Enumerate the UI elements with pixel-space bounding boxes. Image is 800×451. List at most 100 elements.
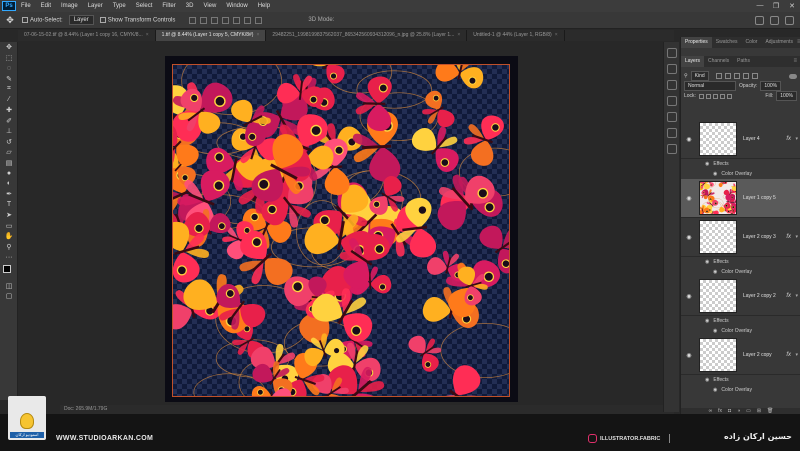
- screen-mode-icon[interactable]: ▢: [0, 291, 18, 302]
- layer-row[interactable]: ◉ Layer 4 fx ▾: [681, 120, 800, 159]
- distribute-icon[interactable]: [255, 16, 263, 24]
- history-brush-icon[interactable]: ↺: [0, 137, 18, 148]
- fx-icon[interactable]: fx: [786, 352, 791, 358]
- brush-icon[interactable]: ✐: [0, 116, 18, 127]
- fx-icon[interactable]: fx: [786, 234, 791, 240]
- type-filter-icon[interactable]: [733, 73, 740, 79]
- layer-row[interactable]: ◉ Layer 2 copy 2 fx ▾: [681, 277, 800, 316]
- layer-name[interactable]: Layer 2 copy: [743, 352, 772, 358]
- close-tab-icon[interactable]: ×: [555, 32, 558, 38]
- opacity-input[interactable]: 100%: [760, 81, 782, 91]
- tab-layers[interactable]: Layers: [681, 56, 705, 67]
- overlay-eye-icon[interactable]: ◉: [713, 387, 717, 393]
- transform-controls-checkbox[interactable]: Show Transform Controls: [99, 16, 175, 23]
- effects-row[interactable]: ◉ Effects: [681, 316, 800, 326]
- lock-artboard-icon[interactable]: [719, 93, 725, 99]
- eraser-icon[interactable]: ▱: [0, 147, 18, 158]
- marquee-icon[interactable]: ⬚: [0, 53, 18, 64]
- gradient-icon[interactable]: ▤: [0, 158, 18, 169]
- kind-filter-dropdown[interactable]: Kind: [690, 71, 709, 81]
- close-window-button[interactable]: ✕: [784, 2, 800, 10]
- tab-document-4[interactable]: Untitled-1 @ 44% (Layer 1, RGB/8) ×: [467, 30, 565, 41]
- tab-adjustments[interactable]: Adjustments: [761, 37, 797, 48]
- close-tab-icon[interactable]: ×: [256, 32, 259, 38]
- quick-mask-icon[interactable]: ◫: [0, 281, 18, 292]
- fx-icon[interactable]: fx: [786, 136, 791, 142]
- tab-properties[interactable]: Properties: [681, 37, 712, 48]
- auto-select-checkbox[interactable]: Auto-Select:: [22, 16, 63, 23]
- history-panel-icon[interactable]: [666, 48, 677, 58]
- eyedropper-icon[interactable]: ⁄: [0, 95, 18, 106]
- fx-icon[interactable]: fx: [786, 293, 791, 299]
- chevron-down-icon[interactable]: ▾: [795, 136, 798, 142]
- hand-icon[interactable]: ✋: [0, 231, 18, 242]
- visibility-eye-icon[interactable]: ◉: [685, 352, 693, 359]
- fill-input[interactable]: 100%: [776, 91, 797, 101]
- lock-pixels-icon[interactable]: [698, 93, 704, 99]
- menu-select[interactable]: Select: [131, 3, 158, 9]
- dodge-icon[interactable]: ◐: [0, 179, 18, 190]
- adjustment-filter-icon[interactable]: [724, 73, 731, 79]
- tab-channels[interactable]: Channels: [704, 56, 733, 67]
- menu-window[interactable]: Window: [221, 3, 252, 9]
- effects-eye-icon[interactable]: ◉: [705, 161, 709, 167]
- visibility-eye-icon[interactable]: ◉: [685, 195, 693, 202]
- overlay-eye-icon[interactable]: ◉: [713, 269, 717, 275]
- move-tool-icon[interactable]: ✥: [4, 14, 16, 26]
- color-overlay-row[interactable]: ◉ Color Overlay: [681, 267, 800, 277]
- menu-file[interactable]: File: [16, 3, 36, 9]
- clone-stamp-icon[interactable]: ⊥: [0, 126, 18, 137]
- layer-row[interactable]: ◉ Layer 2 copy 3 fx ▾: [681, 218, 800, 257]
- align-right-icon[interactable]: [244, 16, 252, 24]
- effects-eye-icon[interactable]: ◉: [705, 377, 709, 383]
- blend-mode-dropdown[interactable]: Normal: [684, 81, 736, 91]
- blur-icon[interactable]: ●: [0, 168, 18, 179]
- layer-name[interactable]: Layer 4: [743, 136, 760, 142]
- align-middle-icon[interactable]: [200, 16, 208, 24]
- chevron-down-icon[interactable]: ▾: [795, 293, 798, 299]
- effects-eye-icon[interactable]: ◉: [705, 259, 709, 265]
- chevron-down-icon[interactable]: ▾: [795, 352, 798, 358]
- menu-help[interactable]: Help: [253, 3, 275, 9]
- search-icon[interactable]: [755, 15, 764, 25]
- auto-select-dropdown[interactable]: Layer: [68, 15, 94, 25]
- menu-type[interactable]: Type: [108, 3, 131, 9]
- effects-row[interactable]: ◉ Effects: [681, 375, 800, 385]
- color-swatches[interactable]: [0, 263, 18, 281]
- menu-layer[interactable]: Layer: [83, 3, 108, 9]
- visibility-eye-icon[interactable]: ◉: [685, 234, 693, 241]
- tab-document-2[interactable]: 1.tif @ 8.44% (Layer 1 copy 5, CMYK/8#) ×: [155, 30, 267, 41]
- menu-3d[interactable]: 3D: [181, 3, 199, 9]
- smart-object-filter-icon[interactable]: [751, 73, 758, 79]
- paragraph-panel-icon[interactable]: [666, 112, 677, 122]
- overlay-eye-icon[interactable]: ◉: [713, 328, 717, 334]
- color-overlay-row[interactable]: ◉ Color Overlay: [681, 326, 800, 336]
- zoom-icon[interactable]: ⚲: [0, 242, 18, 253]
- tab-paths[interactable]: Paths: [733, 56, 754, 67]
- layers-menu-icon[interactable]: ≡: [793, 56, 800, 67]
- tab-document-1[interactable]: 07-06-15-02.tif @ 8.44% (Layer 1 copy 16…: [18, 30, 156, 41]
- color-overlay-row[interactable]: ◉ Color Overlay: [681, 169, 800, 179]
- pixel-filter-icon[interactable]: [715, 73, 722, 79]
- filter-toggle[interactable]: [789, 73, 797, 79]
- lasso-icon[interactable]: ◌: [0, 63, 18, 74]
- close-tab-icon[interactable]: ×: [146, 32, 149, 38]
- workspace-icon[interactable]: [770, 15, 779, 25]
- path-select-icon[interactable]: ➤: [0, 210, 18, 221]
- move-icon[interactable]: ✥: [0, 42, 18, 53]
- minimize-button[interactable]: —: [752, 2, 768, 10]
- healing-brush-icon[interactable]: ✚: [0, 105, 18, 116]
- type-icon[interactable]: T: [0, 200, 18, 211]
- menu-image[interactable]: Image: [56, 3, 83, 9]
- color-overlay-row[interactable]: ◉ Color Overlay: [681, 385, 800, 395]
- libraries-panel-icon[interactable]: [666, 144, 677, 154]
- shape-filter-icon[interactable]: [742, 73, 749, 79]
- character-panel-icon[interactable]: [666, 96, 677, 106]
- share-icon[interactable]: [785, 15, 794, 25]
- effects-row[interactable]: ◉ Effects: [681, 257, 800, 267]
- actions-panel-icon[interactable]: [666, 64, 677, 74]
- close-tab-icon[interactable]: ×: [457, 32, 460, 38]
- effects-eye-icon[interactable]: ◉: [705, 318, 709, 324]
- lock-paint-icon[interactable]: [705, 93, 711, 99]
- chevron-down-icon[interactable]: ▾: [795, 234, 798, 240]
